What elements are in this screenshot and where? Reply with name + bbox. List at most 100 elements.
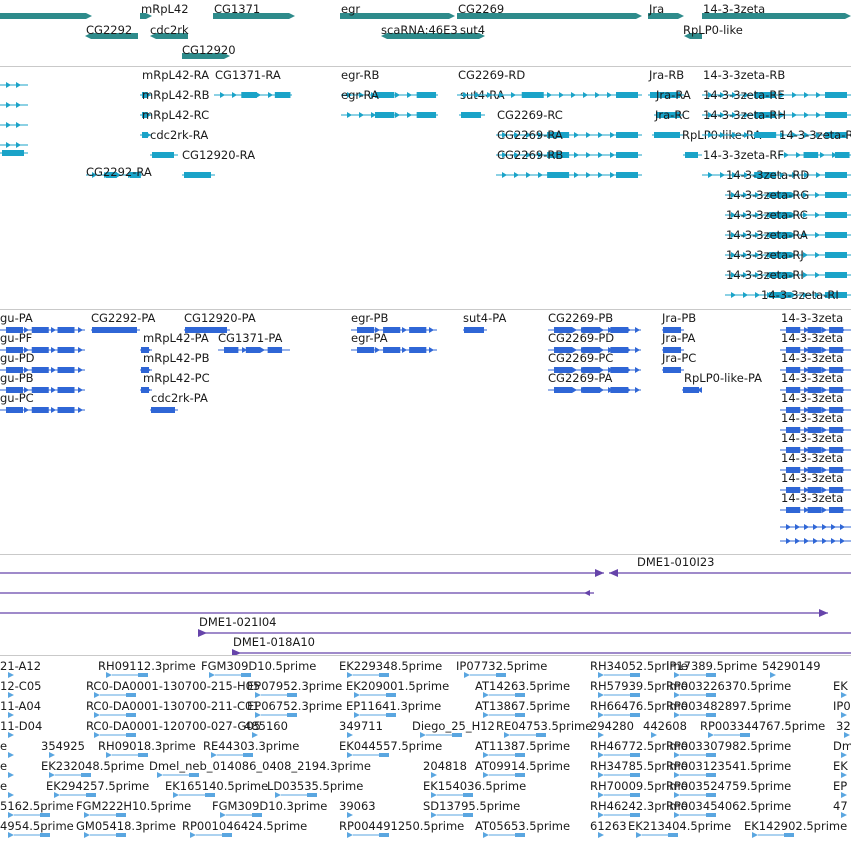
gene-cg1371[interactable]: CG1371: [213, 2, 295, 19]
protein-sut4-pa[interactable]: sut4-PA: [463, 311, 506, 333]
est-feature[interactable]: 204818: [423, 759, 467, 778]
est-feature[interactable]: EK209001.5prime: [346, 679, 449, 698]
transcript-partial[interactable]: [0, 102, 28, 108]
protein-14-3-3zeta[interactable]: 14-3-3zeta: [780, 431, 851, 453]
est-feature[interactable]: 294280: [590, 719, 634, 738]
protein-partial[interactable]: [780, 524, 851, 530]
transcript-cg12920-ra[interactable]: CG12920-RA: [182, 148, 255, 178]
est-feature[interactable]: EK154036.5prime: [423, 779, 526, 798]
protein-mrpl42-pa[interactable]: mRpL42-PA: [140, 331, 209, 353]
gene-egr[interactable]: egr: [340, 2, 455, 19]
protein-jra-pc[interactable]: Jra-PC: [661, 351, 696, 373]
transcript-cg2292-ra[interactable]: CG2292-RA: [86, 165, 152, 179]
est-feature[interactable]: EK: [833, 679, 848, 698]
est-feature[interactable]: EK: [833, 759, 848, 778]
est-feature[interactable]: EK165140.5prime: [165, 779, 268, 798]
protein-14-3-3zeta[interactable]: 14-3-3zeta: [780, 451, 851, 473]
clone-dme1-021i04[interactable]: DME1-021I04: [198, 615, 851, 637]
est-feature[interactable]: EK229348.5prime: [339, 659, 442, 678]
est-feature[interactable]: Diego_25_H12: [412, 719, 495, 738]
protein-mrpl42-pb[interactable]: mRpL42-PB: [140, 351, 210, 373]
protein-14-3-3zeta[interactable]: 14-3-3zeta: [780, 411, 851, 433]
est-feature[interactable]: RP003482897.5prime: [666, 699, 791, 718]
est-feature[interactable]: LD03535.5prime: [267, 779, 363, 798]
clone-partial[interactable]: [0, 569, 604, 577]
protein-14-3-3zeta[interactable]: 14-3-3zeta: [780, 391, 851, 413]
est-feature[interactable]: FGM309D10.5prime: [201, 659, 316, 678]
est-feature[interactable]: RE04753.5prime: [496, 719, 592, 738]
clone-partial[interactable]: [0, 590, 594, 596]
est-feature[interactable]: EP07952.3prime: [247, 679, 342, 698]
est-feature[interactable]: IP17389.5prime: [666, 659, 757, 678]
est-feature[interactable]: RC0-DA0001-130700-211-C01: [86, 699, 260, 718]
transcript-partial[interactable]: [0, 142, 28, 148]
est-feature[interactable]: 39063: [339, 799, 376, 818]
est-feature[interactable]: 32: [836, 719, 851, 738]
est-feature[interactable]: EK142902.5prime: [744, 819, 847, 838]
clone-dme1-018a10[interactable]: DME1-018A10: [232, 635, 851, 655]
est-feature[interactable]: e: [0, 779, 14, 798]
transcript-14-3-3zeta-r[interactable]: 14-3-3zeta-R: [778, 128, 851, 158]
est-feature[interactable]: RP003123541.5prime: [666, 759, 791, 778]
gene-cg2269[interactable]: CG2269: [457, 2, 642, 19]
protein-14-3-3zeta[interactable]: 14-3-3zeta: [780, 371, 851, 393]
protein-14-3-3zeta[interactable]: 14-3-3zeta: [780, 351, 851, 373]
protein-mrpl42-pc[interactable]: mRpL42-PC: [140, 371, 210, 393]
est-feature[interactable]: e: [0, 739, 14, 758]
protein-14-3-3zeta[interactable]: 14-3-3zeta: [780, 491, 851, 513]
protein-gu-pc[interactable]: gu-PC: [0, 391, 85, 413]
est-feature[interactable]: e: [0, 759, 14, 778]
transcript-14-3-3zeta-ri[interactable]: 14-3-3zeta-RI: [760, 288, 851, 309]
est-feature[interactable]: 354925: [41, 739, 85, 758]
est-feature[interactable]: EK232048.5prime: [41, 759, 144, 778]
est-feature[interactable]: AT14263.5prime: [475, 679, 570, 698]
est-feature[interactable]: 485160: [244, 719, 288, 738]
est-feature[interactable]: AT13867.5prime: [475, 699, 570, 718]
est-feature[interactable]: 12-C05: [0, 679, 41, 698]
gene-cg2292[interactable]: CG2292: [85, 23, 138, 39]
clone-dme1-010i23[interactable]: DME1-010I23: [609, 555, 851, 577]
protein-egr-pa[interactable]: egr-PA: [351, 331, 437, 353]
protein-egr-pb[interactable]: egr-PB: [351, 311, 437, 333]
gene-rplp0-like[interactable]: RpLP0-like: [683, 23, 743, 39]
protein-gu-pb[interactable]: gu-PB: [0, 371, 85, 393]
gene-14-3-3zeta[interactable]: 14-3-3zeta: [702, 2, 851, 19]
gene-sut4[interactable]: sut4: [459, 23, 485, 39]
protein-jra-pa[interactable]: Jra-PA: [661, 331, 696, 353]
est-feature[interactable]: EK213404.5prime: [628, 819, 731, 838]
est-feature[interactable]: RP003524759.5prime: [666, 779, 791, 798]
protein-cg2292-pa[interactable]: CG2292-PA: [91, 311, 156, 333]
protein-partial[interactable]: [780, 538, 851, 544]
protein-cg1371-pa[interactable]: CG1371-PA: [218, 331, 290, 353]
est-feature[interactable]: RH09018.3prime: [98, 739, 196, 758]
protein-cg2269-pb[interactable]: CG2269-PB: [548, 311, 641, 333]
est-feature[interactable]: FGM222H10.5prime: [76, 799, 191, 818]
protein-jra-pb[interactable]: Jra-PB: [661, 311, 696, 333]
est-feature[interactable]: RP003454062.5prime: [666, 799, 791, 818]
est-feature[interactable]: EK044557.5prime: [339, 739, 442, 758]
est-feature[interactable]: 349711: [339, 719, 383, 738]
est-feature[interactable]: SD13795.5prime: [423, 799, 520, 818]
est-feature[interactable]: AT11387.5prime: [475, 739, 570, 758]
est-feature[interactable]: RP001046424.5prime: [182, 819, 307, 838]
transcript-u-rb[interactable]: [0, 150, 28, 156]
transcript-partial[interactable]: [0, 82, 28, 88]
est-feature[interactable]: Dmel_neb_014086_0408_2194.3prime: [149, 759, 371, 778]
est-feature[interactable]: 47: [833, 799, 848, 818]
est-feature[interactable]: 5162.5prime: [0, 799, 74, 818]
protein-gu-pf[interactable]: gu-PF: [0, 331, 85, 353]
gene-mrpl42[interactable]: mRpL42: [140, 2, 189, 19]
protein-gu-pd[interactable]: gu-PD: [0, 351, 85, 373]
gene-partial[interactable]: [0, 13, 92, 19]
est-feature[interactable]: FGM309D10.3prime: [212, 799, 327, 818]
est-feature[interactable]: RP003307982.5prime: [666, 739, 791, 758]
protein-rplp0-like-pa[interactable]: RpLP0-like-PA: [682, 371, 762, 393]
est-feature[interactable]: IP07732.5prime: [456, 659, 547, 678]
est-feature[interactable]: EP06752.3prime: [247, 699, 342, 718]
protein-gu-pa[interactable]: gu-PA: [0, 311, 85, 333]
gene-scarna-46e3[interactable]: scaRNA:46E3: [381, 23, 460, 39]
est-feature[interactable]: 61263: [590, 819, 627, 838]
est-feature[interactable]: RH09112.3prime: [98, 659, 196, 678]
est-feature[interactable]: RC0-DA0001-130700-215-H05: [86, 679, 260, 698]
est-feature[interactable]: IP0: [833, 699, 851, 718]
